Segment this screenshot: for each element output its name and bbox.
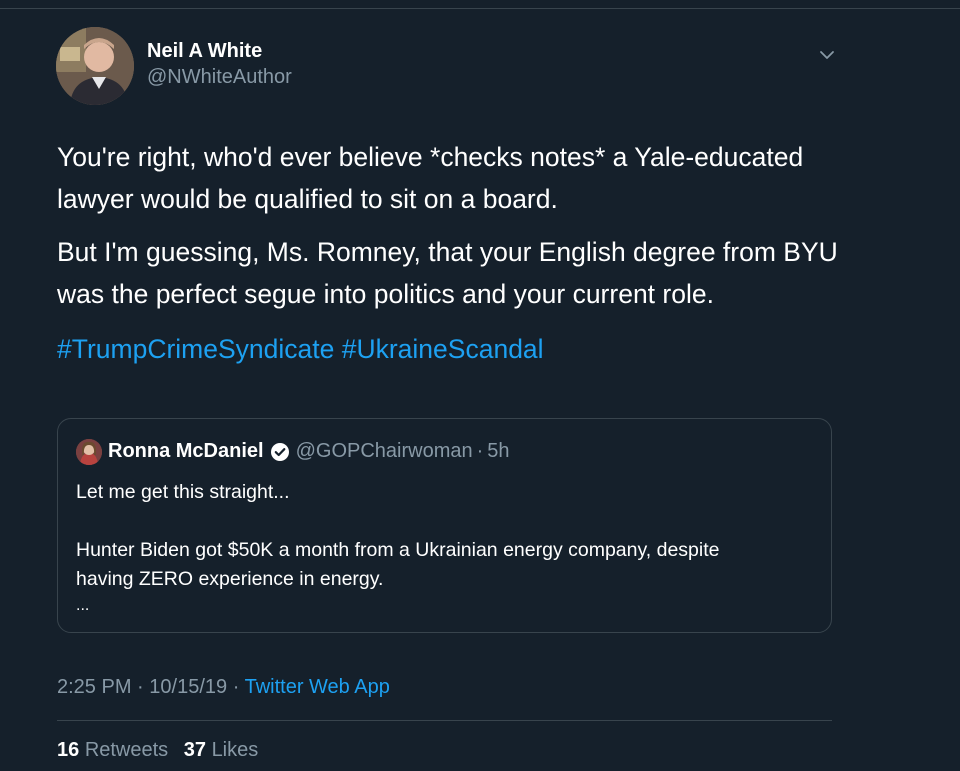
meta-separator: ·	[137, 676, 144, 698]
quoted-author-avatar[interactable]	[76, 439, 102, 465]
hashtag-link[interactable]: #TrumpCrimeSyndicate	[57, 334, 334, 364]
author-name[interactable]: Neil A White	[147, 40, 262, 63]
quoted-tweet-card[interactable]: Ronna McDaniel @GOPChairwoman · 5h Let m…	[57, 418, 832, 633]
quoted-text-ellipsis: ...	[76, 597, 90, 614]
retweets-count: 16	[57, 739, 80, 761]
author-avatar[interactable]	[56, 27, 134, 105]
tweet-time[interactable]: 2:25 PM	[57, 676, 131, 698]
tweet-date[interactable]: 10/15/19	[149, 676, 227, 698]
stats-divider	[57, 720, 832, 721]
chevron-down-icon[interactable]	[816, 44, 838, 66]
hashtag-link[interactable]: #UkraineScandal	[342, 334, 544, 364]
meta-separator: ·	[232, 676, 240, 698]
retweets-label: Retweets	[84, 739, 169, 761]
quoted-text-line-1: Let me get this straight...	[76, 481, 290, 503]
tweet-paragraph-2: But I'm guessing, Ms. Romney, that your …	[57, 237, 838, 309]
tweet-stats: 16 Retweets 37 Likes	[57, 739, 268, 762]
tweet-paragraph-1: You're right, who'd ever believe *checks…	[57, 142, 804, 214]
likes-stat[interactable]: 37 Likes	[184, 739, 259, 761]
tweet-meta: 2:25 PM · 10/15/19 · Twitter Web App	[57, 676, 390, 699]
quoted-author-handle[interactable]: @GOPChairwoman	[296, 440, 473, 463]
quoted-timestamp[interactable]: 5h	[487, 440, 509, 463]
hashtag-row: #TrumpCrimeSyndicate #UkraineScandal	[57, 328, 544, 370]
top-divider	[0, 8, 960, 9]
likes-label: Likes	[211, 739, 259, 761]
retweets-stat[interactable]: 16 Retweets	[57, 739, 174, 761]
tweet-page: Neil A White @NWhiteAuthor You're right,…	[0, 0, 960, 771]
author-handle[interactable]: @NWhiteAuthor	[147, 66, 292, 89]
quoted-text-line-2: Hunter Biden got $50K a month from a Ukr…	[76, 539, 720, 561]
likes-count: 37	[183, 739, 206, 761]
quoted-separator: ·	[476, 440, 484, 462]
verified-badge-icon	[270, 442, 290, 462]
quoted-author-name[interactable]: Ronna McDaniel	[108, 440, 264, 463]
tweet-source-link[interactable]: Twitter Web App	[245, 676, 390, 698]
quoted-text-line-3: having ZERO experience in energy.	[76, 568, 384, 590]
quoted-tweet-header: Ronna McDaniel @GOPChairwoman · 5h	[108, 440, 510, 463]
